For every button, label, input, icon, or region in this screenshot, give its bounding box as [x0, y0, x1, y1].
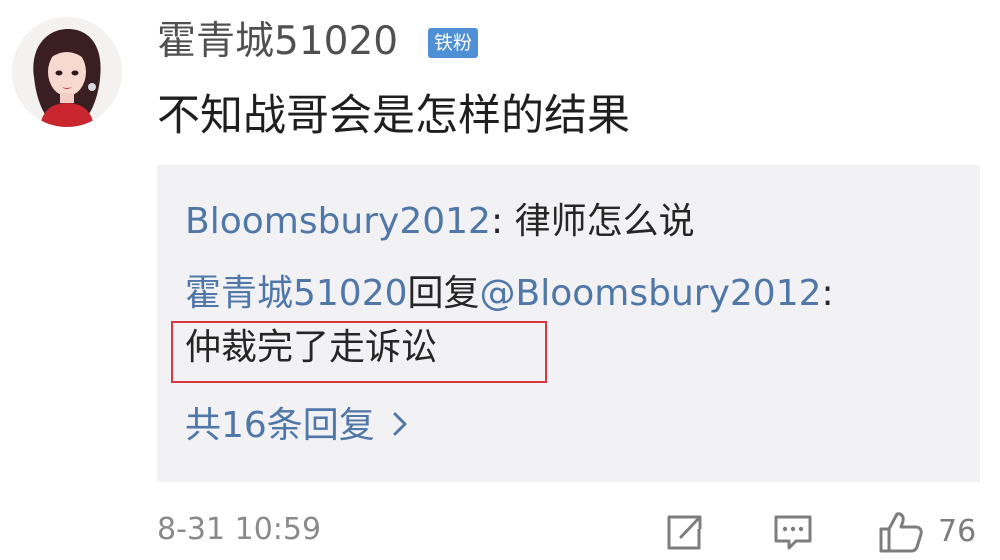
highlight-annotation-box: [171, 321, 547, 383]
chevron-right-icon: [391, 402, 409, 452]
reply-header[interactable]: 霍青城51020回复@Bloomsbury2012:: [185, 269, 834, 319]
post-content: 不知战哥会是怎样的结果: [157, 91, 630, 141]
comment-button[interactable]: [772, 510, 814, 554]
reply-author[interactable]: 霍青城51020: [185, 273, 408, 314]
post-timestamp: 8-31 10:59: [157, 512, 322, 547]
share-icon: [667, 515, 702, 550]
share-button[interactable]: [663, 510, 705, 554]
avatar[interactable]: [12, 17, 122, 127]
reply-word: 回复: [407, 273, 480, 314]
reply-separator: :: [821, 273, 834, 314]
reply-item[interactable]: Bloomsbury2012: 律师怎么说: [185, 197, 695, 247]
reply-target-mention[interactable]: @Bloomsbury2012: [480, 273, 822, 314]
reply-author[interactable]: Bloomsbury2012: [185, 201, 491, 242]
more-replies-link[interactable]: 共16条回复: [185, 401, 409, 452]
reply-separator: :: [490, 201, 504, 242]
comment-icon: [774, 515, 812, 550]
like-count: 76: [938, 514, 977, 549]
more-replies-label: 共16条回复: [185, 405, 375, 446]
reply-box: Bloomsbury2012: 律师怎么说 霍青城51020回复@Bloomsb…: [157, 165, 980, 482]
thumbs-up-icon: [879, 512, 923, 553]
reply-text: 律师怎么说: [514, 201, 695, 242]
like-button[interactable]: 76: [878, 510, 988, 554]
post-author-name[interactable]: 霍青城51020: [157, 14, 398, 70]
fan-badge[interactable]: 铁粉: [428, 28, 479, 58]
avatar-image: [12, 17, 122, 127]
